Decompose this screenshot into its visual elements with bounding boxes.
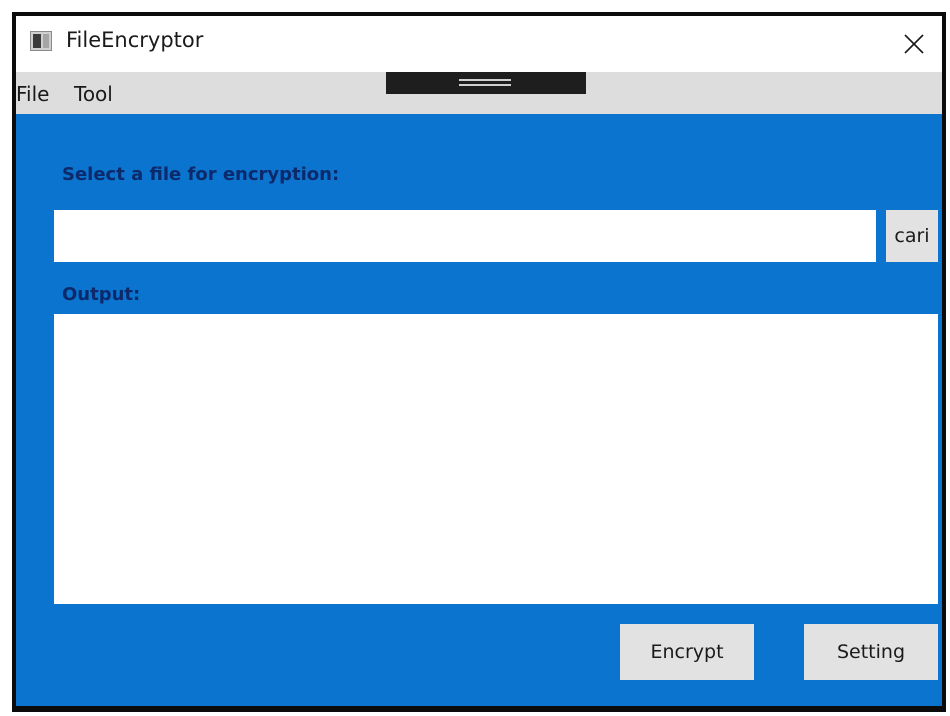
grip-line	[459, 84, 511, 86]
select-file-label: Select a file for encryption:	[62, 164, 340, 185]
close-icon	[904, 34, 924, 54]
browse-button[interactable]: cari	[886, 210, 938, 262]
menu-item-tool[interactable]: Tool	[74, 82, 113, 106]
window-title: FileEncryptor	[66, 28, 204, 52]
encrypt-button[interactable]: Encrypt	[620, 624, 754, 680]
drag-handle[interactable]	[386, 72, 586, 94]
output-textarea[interactable]	[54, 314, 938, 604]
grip-line	[459, 79, 511, 81]
menu-item-file[interactable]: File	[16, 82, 49, 106]
file-path-input[interactable]	[54, 210, 876, 262]
title-bar: FileEncryptor	[16, 16, 942, 72]
close-button[interactable]	[886, 16, 942, 72]
setting-button[interactable]: Setting	[804, 624, 938, 680]
output-label: Output:	[62, 284, 141, 305]
app-window-icon	[30, 31, 52, 51]
app-window: FileEncryptor File Tool Select a file fo…	[12, 12, 946, 712]
